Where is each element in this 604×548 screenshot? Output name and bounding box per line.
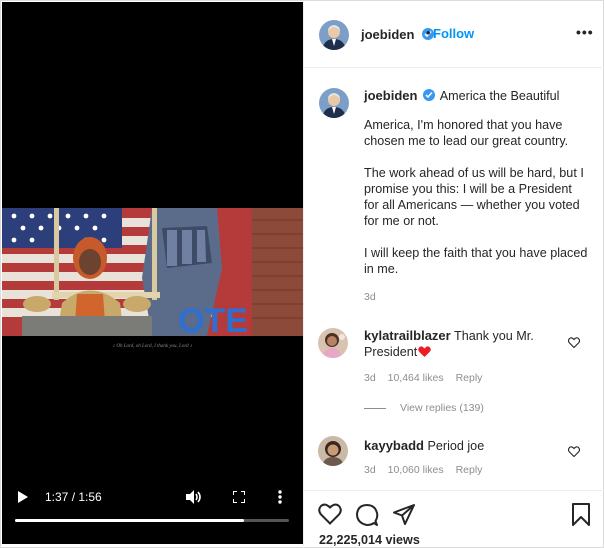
comment-bubble-icon	[356, 504, 379, 526]
comment-body: kayybadd Period joe	[364, 438, 554, 454]
caption-paragraph: I will keep the faith that you have plac…	[364, 246, 588, 276]
comment-item: kylatrailblazer Thank you Mr. President …	[318, 328, 588, 388]
more-options-button[interactable]: •••	[576, 24, 594, 40]
view-count[interactable]: 22,225,014 views	[319, 533, 420, 547]
reply-button[interactable]: Reply	[456, 464, 483, 476]
volume-button[interactable]	[185, 489, 203, 505]
caption-paragraph: America, I'm honored that you have chose…	[364, 118, 569, 148]
like-comment-button[interactable]	[567, 335, 581, 353]
video-time: 1:37 / 1:56	[45, 490, 102, 504]
comment-meta: 3d 10,464 likes Reply	[364, 372, 491, 384]
like-comment-button[interactable]	[567, 444, 581, 462]
header-separator: •	[426, 25, 431, 40]
caption-username[interactable]: joebiden	[364, 88, 417, 103]
save-button[interactable]	[571, 503, 591, 532]
post-frame: OTE ♪ Oh Lord, oh Lord, I thank you, Lor…	[0, 0, 604, 548]
play-button[interactable]	[16, 490, 30, 504]
video-progress-bar[interactable]	[15, 519, 289, 522]
fullscreen-icon	[233, 491, 245, 503]
like-button[interactable]	[318, 503, 342, 530]
share-button[interactable]	[392, 503, 416, 532]
caption-avatar[interactable]	[319, 88, 349, 118]
paper-plane-icon	[393, 504, 415, 525]
red-heart-icon	[418, 346, 431, 357]
avatar-photo-icon	[319, 88, 349, 118]
heart-outline-icon	[567, 337, 581, 349]
caption-title: America the Beautiful	[439, 89, 560, 103]
mural-text: OTE	[178, 302, 248, 336]
video-more-button[interactable]	[274, 488, 286, 506]
post-header: joebiden • Follow •••	[304, 2, 604, 68]
comment-button[interactable]	[355, 503, 379, 532]
view-replies-button[interactable]: View replies (139)	[364, 402, 484, 414]
video-subtitle: ♪ Oh Lord, oh Lord, I thank you, Lord ♪	[112, 344, 193, 349]
avatar-photo-icon	[318, 328, 348, 358]
header-user: joebiden	[361, 26, 434, 44]
volume-icon	[186, 490, 201, 504]
comment-username[interactable]: kayybadd	[364, 438, 424, 453]
comment-likes[interactable]: 10,060 likes	[388, 464, 444, 476]
avatar-photo-icon	[318, 436, 348, 466]
heart-outline-icon	[318, 503, 342, 525]
bookmark-icon	[572, 503, 590, 526]
video-progress-fill	[15, 519, 245, 522]
comment-timestamp[interactable]: 3d	[364, 372, 376, 384]
header-username[interactable]: joebiden	[361, 27, 414, 42]
replies-line	[364, 407, 386, 409]
vertical-dots-icon	[278, 490, 282, 504]
post-actions: 22,225,014 views	[304, 490, 604, 548]
comment-meta: 3d 10,060 likes Reply	[364, 464, 491, 476]
video-frame-image: OTE	[2, 208, 303, 336]
play-icon	[18, 491, 28, 503]
video-player[interactable]: OTE ♪ Oh Lord, oh Lord, I thank you, Lor…	[2, 2, 303, 544]
comment-avatar[interactable]	[318, 328, 348, 358]
fullscreen-button[interactable]	[231, 489, 247, 505]
follow-button[interactable]: Follow	[433, 26, 474, 41]
view-replies-label: View replies (139)	[400, 402, 484, 414]
comment-avatar[interactable]	[318, 436, 348, 466]
comment-username[interactable]: kylatrailblazer	[364, 328, 451, 343]
reply-button[interactable]: Reply	[456, 372, 483, 384]
comment-body: kylatrailblazer Thank you Mr. President	[364, 328, 554, 360]
comment-item: kayybadd Period joe 3d 10,060 likes Repl…	[318, 436, 588, 480]
verified-badge-icon	[422, 89, 435, 101]
video-controls: 1:37 / 1:56	[2, 484, 303, 544]
heart-outline-icon	[567, 446, 581, 458]
comment-text: Period joe	[427, 439, 485, 453]
post-caption: joebiden America the Beautiful America, …	[364, 88, 589, 305]
avatar-photo-icon	[319, 20, 349, 50]
caption-paragraph: The work ahead of us will be hard, but I…	[364, 166, 584, 228]
caption-timestamp[interactable]: 3d	[364, 289, 589, 305]
comment-timestamp[interactable]: 3d	[364, 464, 376, 476]
comment-likes[interactable]: 10,464 likes	[388, 372, 444, 384]
post-sidebar: joebiden • Follow ••• joebiden America t…	[303, 2, 604, 548]
avatar[interactable]	[319, 20, 349, 50]
